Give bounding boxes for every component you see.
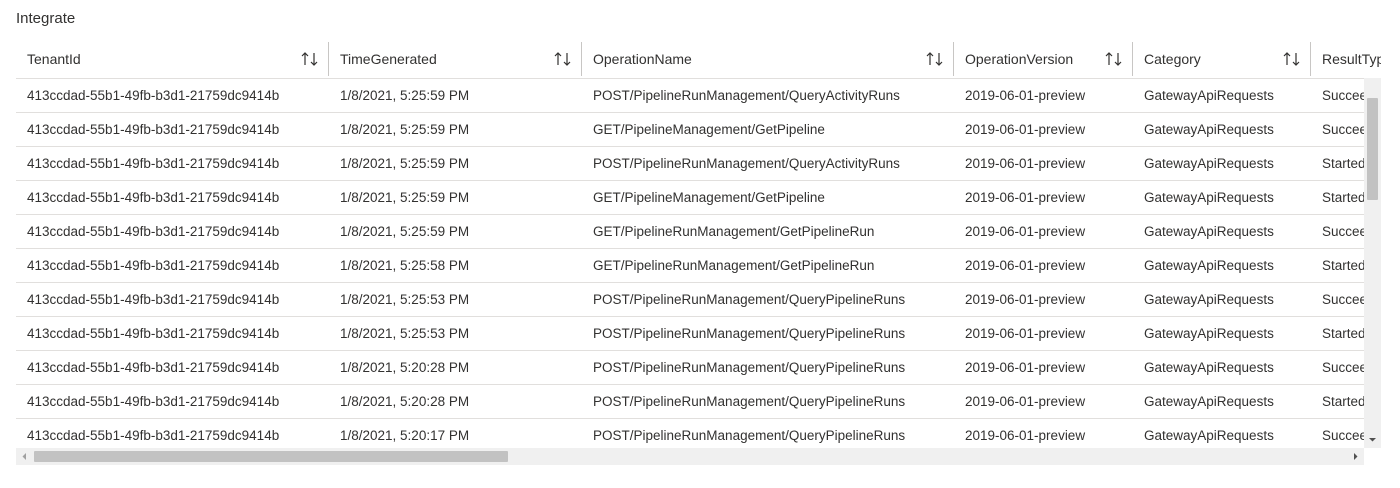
table-row[interactable]: 413ccdad-55b1-49fb-b3d1-21759dc9414b 1/8/… (16, 147, 1381, 181)
cell-timegenerated: 1/8/2021, 5:25:59 PM (340, 224, 470, 239)
cell-operationname: GET/PipelineRunManagement/GetPipelineRun (593, 224, 875, 239)
cell-operationversion: 2019-06-01-preview (965, 360, 1086, 375)
cell-operationname: POST/PipelineRunManagement/QueryActivity… (593, 88, 900, 103)
sort-arrows-icon[interactable] (301, 51, 319, 67)
column-header-tenantid[interactable]: TenantId (16, 40, 329, 78)
column-header-operationversion[interactable]: OperationVersion (954, 40, 1133, 78)
cell-operationname: GET/PipelineManagement/GetPipeline (593, 122, 825, 137)
cell-timegenerated: 1/8/2021, 5:20:17 PM (340, 428, 470, 443)
sort-arrows-icon[interactable] (1105, 51, 1123, 67)
cell-operationversion: 2019-06-01-preview (965, 190, 1086, 205)
column-header-resulttype[interactable]: ResultType (1311, 40, 1381, 78)
cell-operationname: POST/PipelineRunManagement/QueryActivity… (593, 156, 900, 171)
cell-category: GatewayApiRequests (1144, 394, 1274, 409)
column-header-label: ResultType (1322, 51, 1381, 67)
table-row[interactable]: 413ccdad-55b1-49fb-b3d1-21759dc9414b 1/8/… (16, 113, 1381, 147)
cell-tenantid: 413ccdad-55b1-49fb-b3d1-21759dc9414b (27, 224, 280, 239)
cell-category: GatewayApiRequests (1144, 326, 1274, 341)
sort-arrows-icon[interactable] (554, 51, 572, 67)
cell-operationname: POST/PipelineRunManagement/QueryPipeline… (593, 360, 906, 375)
cell-operationversion: 2019-06-01-preview (965, 258, 1086, 273)
column-header-timegenerated[interactable]: TimeGenerated (329, 40, 582, 78)
scroll-down-icon[interactable] (1364, 431, 1381, 448)
horizontal-scrollbar-thumb[interactable] (34, 451, 508, 462)
cell-timegenerated: 1/8/2021, 5:20:28 PM (340, 394, 470, 409)
horizontal-scrollbar[interactable] (16, 448, 1364, 465)
cell-timegenerated: 1/8/2021, 5:25:59 PM (340, 88, 470, 103)
column-header-label: OperationVersion (965, 51, 1074, 67)
cell-operationname: POST/PipelineRunManagement/QueryPipeline… (593, 292, 906, 307)
cell-category: GatewayApiRequests (1144, 258, 1274, 273)
cell-tenantid: 413ccdad-55b1-49fb-b3d1-21759dc9414b (27, 428, 280, 443)
results-grid: TenantId TimeGenerated OperationName Ope… (16, 40, 1381, 448)
cell-tenantid: 413ccdad-55b1-49fb-b3d1-21759dc9414b (27, 88, 280, 103)
cell-category: GatewayApiRequests (1144, 224, 1274, 239)
cell-timegenerated: 1/8/2021, 5:25:53 PM (340, 326, 470, 341)
cell-operationversion: 2019-06-01-preview (965, 88, 1086, 103)
table-row[interactable]: 413ccdad-55b1-49fb-b3d1-21759dc9414b 1/8/… (16, 79, 1381, 113)
cell-operationversion: 2019-06-01-preview (965, 394, 1086, 409)
vertical-scrollbar[interactable] (1364, 78, 1381, 448)
cell-timegenerated: 1/8/2021, 5:25:53 PM (340, 292, 470, 307)
cell-category: GatewayApiRequests (1144, 88, 1274, 103)
column-header-category[interactable]: Category (1133, 40, 1311, 78)
cell-timegenerated: 1/8/2021, 5:25:59 PM (340, 190, 470, 205)
cell-category: GatewayApiRequests (1144, 292, 1274, 307)
section-title: Integrate (16, 10, 76, 27)
cell-operationversion: 2019-06-01-preview (965, 292, 1086, 307)
cell-operationname: GET/PipelineRunManagement/GetPipelineRun (593, 258, 875, 273)
column-header-label: OperationName (593, 51, 692, 67)
column-header-label: TimeGenerated (340, 51, 437, 67)
table-row[interactable]: 413ccdad-55b1-49fb-b3d1-21759dc9414b 1/8/… (16, 283, 1381, 317)
scroll-up-icon[interactable] (1364, 78, 1381, 95)
cell-operationname: POST/PipelineRunManagement/QueryPipeline… (593, 394, 906, 409)
grid-body: 413ccdad-55b1-49fb-b3d1-21759dc9414b 1/8/… (16, 79, 1381, 448)
grid-header-row: TenantId TimeGenerated OperationName Ope… (16, 40, 1381, 79)
cell-operationname: POST/PipelineRunManagement/QueryPipeline… (593, 428, 906, 443)
cell-tenantid: 413ccdad-55b1-49fb-b3d1-21759dc9414b (27, 360, 280, 375)
cell-tenantid: 413ccdad-55b1-49fb-b3d1-21759dc9414b (27, 156, 280, 171)
cell-category: GatewayApiRequests (1144, 156, 1274, 171)
cell-timegenerated: 1/8/2021, 5:25:59 PM (340, 156, 470, 171)
table-row[interactable]: 413ccdad-55b1-49fb-b3d1-21759dc9414b 1/8/… (16, 181, 1381, 215)
table-row[interactable]: 413ccdad-55b1-49fb-b3d1-21759dc9414b 1/8/… (16, 215, 1381, 249)
cell-timegenerated: 1/8/2021, 5:25:58 PM (340, 258, 470, 273)
cell-category: GatewayApiRequests (1144, 190, 1274, 205)
cell-timegenerated: 1/8/2021, 5:25:59 PM (340, 122, 470, 137)
cell-operationname: GET/PipelineManagement/GetPipeline (593, 190, 825, 205)
cell-tenantid: 413ccdad-55b1-49fb-b3d1-21759dc9414b (27, 258, 280, 273)
cell-tenantid: 413ccdad-55b1-49fb-b3d1-21759dc9414b (27, 292, 280, 307)
sort-arrows-icon[interactable] (1283, 51, 1301, 67)
cell-operationversion: 2019-06-01-preview (965, 428, 1086, 443)
cell-tenantid: 413ccdad-55b1-49fb-b3d1-21759dc9414b (27, 394, 280, 409)
column-header-label: TenantId (27, 51, 81, 67)
cell-timegenerated: 1/8/2021, 5:20:28 PM (340, 360, 470, 375)
cell-operationversion: 2019-06-01-preview (965, 326, 1086, 341)
scroll-left-icon[interactable] (16, 448, 33, 465)
scroll-right-icon[interactable] (1347, 448, 1364, 465)
vertical-scrollbar-thumb[interactable] (1367, 98, 1378, 200)
table-row[interactable]: 413ccdad-55b1-49fb-b3d1-21759dc9414b 1/8/… (16, 385, 1381, 419)
cell-operationversion: 2019-06-01-preview (965, 122, 1086, 137)
cell-operationname: POST/PipelineRunManagement/QueryPipeline… (593, 326, 906, 341)
table-row[interactable]: 413ccdad-55b1-49fb-b3d1-21759dc9414b 1/8/… (16, 249, 1381, 283)
cell-tenantid: 413ccdad-55b1-49fb-b3d1-21759dc9414b (27, 190, 280, 205)
cell-tenantid: 413ccdad-55b1-49fb-b3d1-21759dc9414b (27, 122, 280, 137)
column-header-label: Category (1144, 51, 1201, 67)
cell-operationversion: 2019-06-01-preview (965, 156, 1086, 171)
table-row[interactable]: 413ccdad-55b1-49fb-b3d1-21759dc9414b 1/8/… (16, 351, 1381, 385)
table-row[interactable]: 413ccdad-55b1-49fb-b3d1-21759dc9414b 1/8/… (16, 317, 1381, 351)
cell-operationversion: 2019-06-01-preview (965, 224, 1086, 239)
sort-arrows-icon[interactable] (926, 51, 944, 67)
cell-tenantid: 413ccdad-55b1-49fb-b3d1-21759dc9414b (27, 326, 280, 341)
column-header-operationname[interactable]: OperationName (582, 40, 954, 78)
cell-category: GatewayApiRequests (1144, 122, 1274, 137)
cell-category: GatewayApiRequests (1144, 360, 1274, 375)
cell-category: GatewayApiRequests (1144, 428, 1274, 443)
table-row[interactable]: 413ccdad-55b1-49fb-b3d1-21759dc9414b 1/8/… (16, 419, 1381, 448)
